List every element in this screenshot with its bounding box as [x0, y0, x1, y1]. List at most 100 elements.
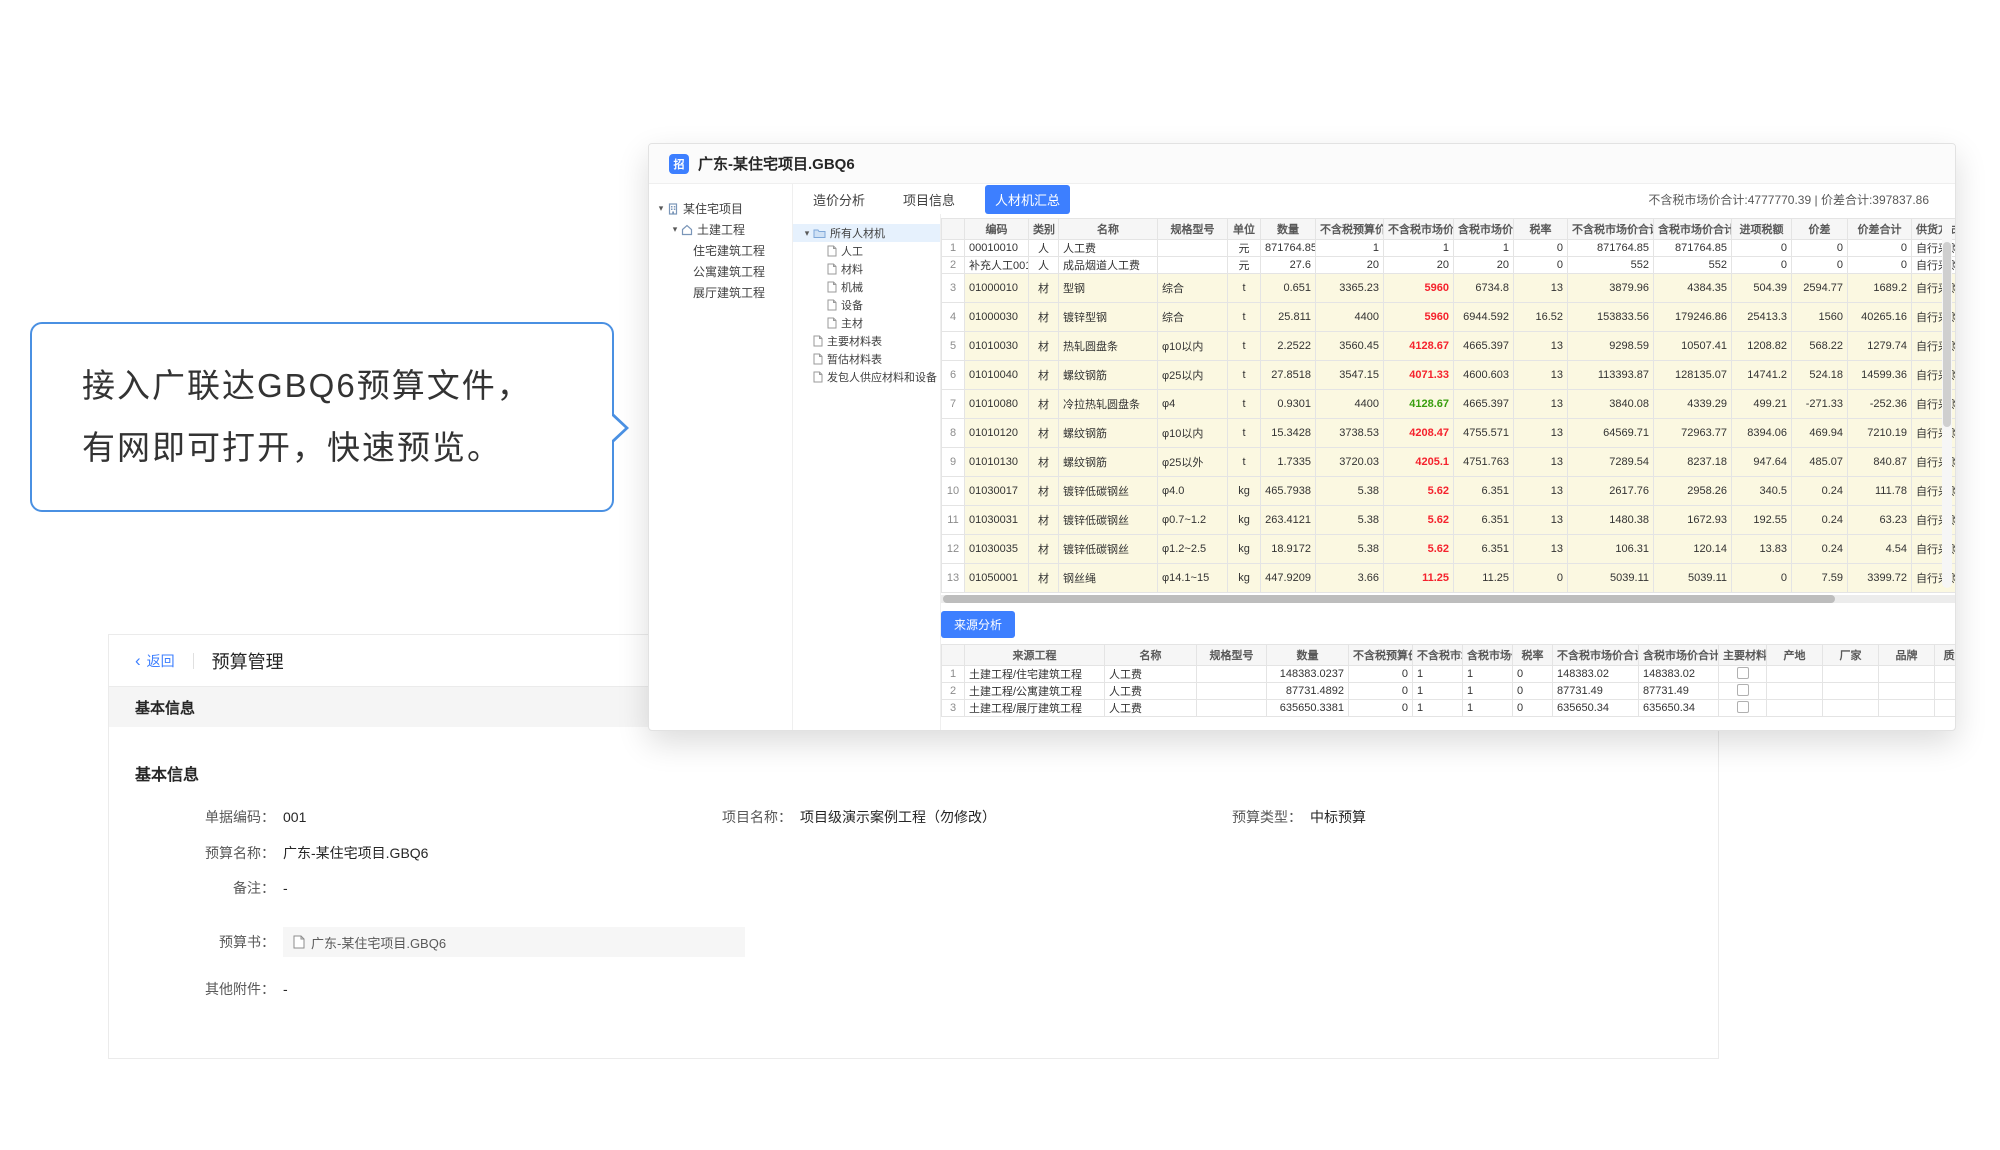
table-cell: 0.24	[1792, 506, 1848, 535]
table-cell: 2617.76	[1568, 477, 1654, 506]
table-cell: 01030017	[965, 477, 1029, 506]
table-cell: 材	[1029, 390, 1059, 419]
project-tree-item-0[interactable]: ▾某住宅项目	[649, 198, 792, 219]
tree-expand-arrow-icon[interactable]: ▾	[801, 228, 813, 239]
tree-expand-arrow-icon[interactable]: ▾	[655, 203, 667, 214]
category-tree-item-7[interactable]: 暂估材料表	[793, 350, 940, 368]
project-tree-item-3[interactable]: 公寓建筑工程	[649, 261, 792, 282]
table-cell: 1	[1463, 666, 1513, 683]
table-row[interactable]: 701010080材冷拉热轧圆盘条φ4t0.930144004128.67466…	[942, 390, 1956, 419]
tree-item-label: 主材	[841, 315, 863, 331]
project-tree-item-4[interactable]: 展厅建筑工程	[649, 282, 792, 303]
tab-2[interactable]: 人材机汇总	[985, 185, 1070, 214]
table-cell: 11	[942, 506, 965, 535]
table-row[interactable]: 601010040材螺纹钢筋φ25以内t27.85183547.154071.3…	[942, 361, 1956, 390]
table-cell: 4	[942, 303, 965, 332]
table-cell: φ1.2~2.5	[1158, 535, 1228, 564]
table-row[interactable]: 1301050001材钢丝绳φ14.1~15kg447.92093.6611.2…	[942, 564, 1956, 593]
table-row[interactable]: 100010010人人工费元871764.8511110871764.85871…	[942, 240, 1956, 257]
table-row[interactable]: 2补充人工001人成品烟道人工费元27.62020200552552000自行采…	[942, 257, 1956, 274]
column-header: 税率	[1514, 219, 1568, 240]
category-tree-item-6[interactable]: 主要材料表	[793, 332, 940, 350]
tree-item-label: 公寓建筑工程	[693, 263, 765, 280]
category-tree-item-5[interactable]: 主材	[793, 314, 940, 332]
category-tree-item-8[interactable]: 发包人供应材料和设备	[793, 368, 940, 386]
table-cell: 13.83	[1732, 535, 1792, 564]
table-cell: 87731.49	[1639, 683, 1719, 700]
vertical-scrollbar-thumb[interactable]	[1943, 242, 1951, 427]
table-cell: kg	[1228, 564, 1261, 593]
table-cell: 4128.67	[1384, 390, 1454, 419]
table-row[interactable]: 501010030材热轧圆盘条φ10以内t2.25223560.454128.6…	[942, 332, 1956, 361]
table-row[interactable]: 301000010材型钢综合t0.6513365.2359606734.8133…	[942, 274, 1956, 303]
tree-expand-arrow-icon[interactable]: ▾	[669, 224, 681, 235]
table-cell: 2	[942, 257, 965, 274]
project-tree-item-2[interactable]: 住宅建筑工程	[649, 240, 792, 261]
table-cell: 11.25	[1454, 564, 1514, 593]
table-cell	[1767, 700, 1823, 717]
table-cell: 27.6	[1261, 257, 1316, 274]
back-button[interactable]: ‹ 返回	[135, 651, 175, 671]
table-cell: 1560	[1792, 303, 1848, 332]
source-analysis-button[interactable]: 来源分析	[941, 611, 1015, 638]
table-cell: 3720.03	[1316, 448, 1384, 477]
table-cell: -252.36	[1848, 390, 1912, 419]
table-row[interactable]: 401000030材镀锌型钢综合t25.811440059606944.5921…	[942, 303, 1956, 332]
table-cell: 6944.592	[1454, 303, 1514, 332]
table-cell: φ25以外	[1158, 448, 1228, 477]
file-icon	[813, 335, 823, 347]
table-cell: 1	[942, 666, 965, 683]
table-cell: 冷拉热轧圆盘条	[1059, 390, 1158, 419]
table-cell: 4071.33	[1384, 361, 1454, 390]
table-cell: 13	[942, 564, 965, 593]
table-cell: 4665.397	[1454, 390, 1514, 419]
table-row[interactable]: 1201030035材镀锌低碳钢丝φ1.2~2.5kg18.91725.385.…	[942, 535, 1956, 564]
table-cell: 材	[1029, 564, 1059, 593]
tab-0[interactable]: 造价分析	[805, 186, 873, 213]
table-row[interactable]: 3土建工程/展厅建筑工程人工费635650.33810110635650.346…	[942, 700, 1956, 717]
tree-item-label: 设备	[841, 297, 863, 313]
table-row[interactable]: 1土建工程/住宅建筑工程人工费148383.02370110148383.021…	[942, 666, 1956, 683]
budget-book-file[interactable]: 广东-某住宅项目.GBQ6	[283, 927, 745, 957]
table-cell	[1767, 683, 1823, 700]
main-material-checkbox[interactable]	[1737, 701, 1749, 713]
table-cell: 9298.59	[1568, 332, 1654, 361]
labor-material-table: 编码类别名称规格型号单位数量不含税预算价不含税市场价含税市场价税率不含税市场价合…	[941, 218, 1955, 593]
category-tree-item-2[interactable]: 材料	[793, 260, 940, 278]
table-cell: 5.38	[1316, 535, 1384, 564]
category-tree-item-4[interactable]: 设备	[793, 296, 940, 314]
table-cell: 7	[942, 390, 965, 419]
main-material-checkbox[interactable]	[1737, 684, 1749, 696]
table-row[interactable]: 1001030017材镀锌低碳钢丝φ4.0kg465.79385.385.626…	[942, 477, 1956, 506]
table-cell: 5039.11	[1654, 564, 1732, 593]
horizontal-scrollbar[interactable]	[941, 595, 1955, 603]
category-tree-item-1[interactable]: 人工	[793, 242, 940, 260]
main-material-checkbox[interactable]	[1737, 667, 1749, 679]
vertical-scrollbar[interactable]	[1942, 220, 1952, 588]
horizontal-scrollbar-thumb[interactable]	[943, 595, 1835, 603]
column-header: 进项税额	[1732, 219, 1792, 240]
column-header: 质量	[1935, 645, 1956, 666]
table-row[interactable]: 801010120材螺纹钢筋φ10以内t15.34283738.534208.4…	[942, 419, 1956, 448]
table-cell: 镀锌型钢	[1059, 303, 1158, 332]
table-cell: 3	[942, 700, 965, 717]
project-tree-item-1[interactable]: ▾土建工程	[649, 219, 792, 240]
section-bar-label: 基本信息	[135, 697, 195, 718]
table-cell: 01000030	[965, 303, 1029, 332]
table-cell: 元	[1228, 240, 1261, 257]
table-cell: 13	[1514, 390, 1568, 419]
table-cell: 25.811	[1261, 303, 1316, 332]
category-tree-item-3[interactable]: 机械	[793, 278, 940, 296]
source-analysis-table: 来源工程名称规格型号数量不含税预算价不含税市场价含税市场价税率不含税市场价合计含…	[941, 644, 1955, 717]
tab-1[interactable]: 项目信息	[895, 186, 963, 213]
table-cell: 25413.3	[1732, 303, 1792, 332]
table-cell: 871764.85	[1568, 240, 1654, 257]
table-row[interactable]: 2土建工程/公寓建筑工程人工费87731.4892011087731.49877…	[942, 683, 1956, 700]
budget-book-label: 预算书：	[109, 932, 275, 952]
table-row[interactable]: 1101030031材镀锌低碳钢丝φ0.7~1.2kg263.41215.385…	[942, 506, 1956, 535]
table-cell: 土建工程/住宅建筑工程	[965, 666, 1105, 683]
table-cell: 材	[1029, 535, 1059, 564]
table-row[interactable]: 901010130材螺纹钢筋φ25以外t1.73353720.034205.14…	[942, 448, 1956, 477]
category-tree-item-0[interactable]: ▾所有人材机	[793, 224, 940, 242]
budget-name-value: 广东-某住宅项目.GBQ6	[283, 843, 428, 863]
